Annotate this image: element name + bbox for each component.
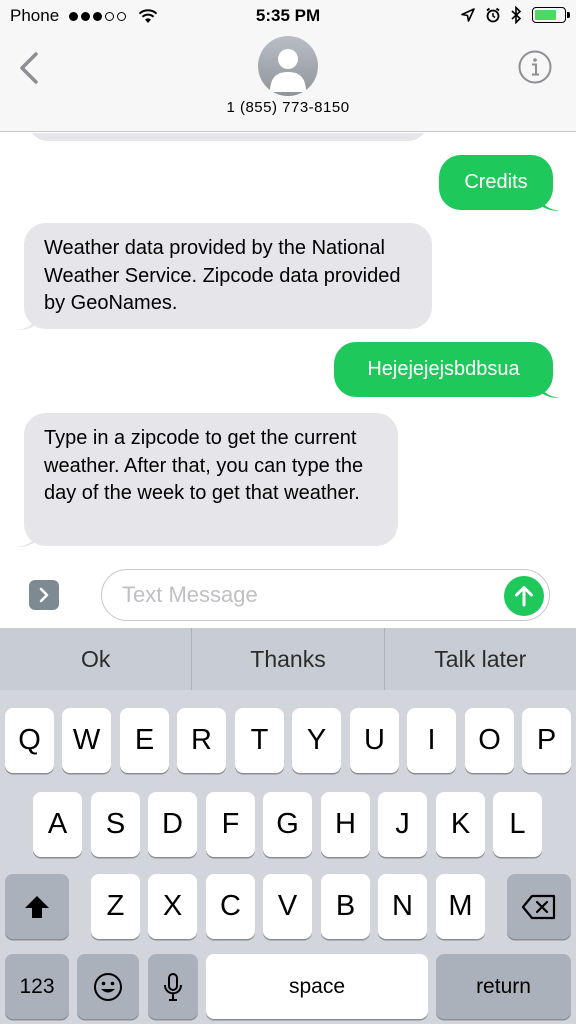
- delete-key[interactable]: [507, 874, 571, 939]
- message-bubble-sent[interactable]: Credits: [439, 155, 560, 211]
- dictation-key[interactable]: [148, 954, 198, 1019]
- key-q[interactable]: Q: [5, 708, 54, 773]
- message-bubble-received[interactable]: Type in a zipcode to get the current wea…: [17, 413, 398, 547]
- key-v[interactable]: V: [263, 874, 312, 939]
- keyboard: Ok Thanks Talk later Q W E R T Y U I O P…: [0, 628, 576, 1024]
- info-icon[interactable]: [518, 50, 552, 84]
- send-button[interactable]: [504, 576, 544, 616]
- predictive-text-bar: Ok Thanks Talk later: [0, 628, 576, 690]
- return-key[interactable]: return: [436, 954, 571, 1019]
- key-j[interactable]: J: [378, 792, 427, 857]
- battery-icon: [532, 7, 570, 23]
- message-text: Hejejejejsbdbsua: [367, 357, 520, 380]
- message-text: Weather data provided by the National We…: [44, 237, 401, 314]
- key-u[interactable]: U: [350, 708, 399, 773]
- key-y[interactable]: Y: [292, 708, 341, 773]
- status-bar: Phone 5:35 PM: [0, 0, 576, 32]
- bluetooth-icon: [511, 6, 522, 24]
- shift-key[interactable]: [5, 874, 69, 939]
- chevron-right-icon: [39, 587, 49, 603]
- key-r[interactable]: R: [177, 708, 226, 773]
- key-n[interactable]: N: [378, 874, 427, 939]
- expand-apps-button[interactable]: [29, 580, 59, 610]
- previous-message-bubble: [28, 133, 428, 141]
- key-e[interactable]: E: [120, 708, 169, 773]
- key-b[interactable]: B: [321, 874, 370, 939]
- key-p[interactable]: P: [522, 708, 571, 773]
- key-m[interactable]: M: [436, 874, 485, 939]
- space-key[interactable]: space: [206, 954, 428, 1019]
- arrow-up-icon: [515, 586, 533, 607]
- emoji-icon: [94, 972, 122, 1001]
- key-g[interactable]: G: [263, 792, 312, 857]
- key-w[interactable]: W: [62, 708, 111, 773]
- contact-avatar-icon[interactable]: [258, 36, 318, 96]
- contact-number[interactable]: 1 (855) 773-8150: [0, 99, 576, 116]
- suggestion-ok[interactable]: Ok: [0, 628, 191, 690]
- key-c[interactable]: C: [206, 874, 255, 939]
- suggestion-talk-later[interactable]: Talk later: [385, 628, 576, 690]
- key-d[interactable]: D: [148, 792, 197, 857]
- key-i[interactable]: I: [407, 708, 456, 773]
- emoji-key[interactable]: [77, 954, 139, 1019]
- key-a[interactable]: A: [33, 792, 82, 857]
- key-o[interactable]: O: [465, 708, 514, 773]
- numbers-key[interactable]: 123: [5, 954, 69, 1019]
- key-f[interactable]: F: [206, 792, 255, 857]
- key-k[interactable]: K: [436, 792, 485, 857]
- key-l[interactable]: L: [493, 792, 542, 857]
- key-h[interactable]: H: [321, 792, 370, 857]
- shift-arrow-icon: [25, 895, 49, 918]
- key-x[interactable]: X: [148, 874, 197, 939]
- location-icon: [461, 8, 475, 22]
- suggestion-thanks[interactable]: Thanks: [192, 628, 383, 690]
- message-text: Type in a zipcode to get the current wea…: [44, 427, 364, 504]
- message-input-bar: [0, 563, 576, 628]
- back-chevron-icon[interactable]: [14, 48, 44, 88]
- alarm-icon: [486, 7, 500, 23]
- microphone-icon: [164, 972, 182, 1001]
- message-text: Credits: [464, 170, 528, 193]
- key-t[interactable]: T: [235, 708, 284, 773]
- conversation-header: 1 (855) 773-8150: [0, 32, 576, 132]
- text-message-input[interactable]: [122, 580, 492, 610]
- battery-level: [535, 10, 556, 20]
- message-bubble-received[interactable]: Weather data provided by the National We…: [17, 223, 432, 330]
- backspace-icon: [521, 894, 556, 919]
- key-z[interactable]: Z: [91, 874, 140, 939]
- text-message-field[interactable]: [101, 569, 550, 621]
- message-thread: Credits Weather data provided by the Nat…: [0, 133, 576, 563]
- message-bubble-sent[interactable]: Hejejejejsbdbsua: [334, 342, 560, 398]
- key-s[interactable]: S: [91, 792, 140, 857]
